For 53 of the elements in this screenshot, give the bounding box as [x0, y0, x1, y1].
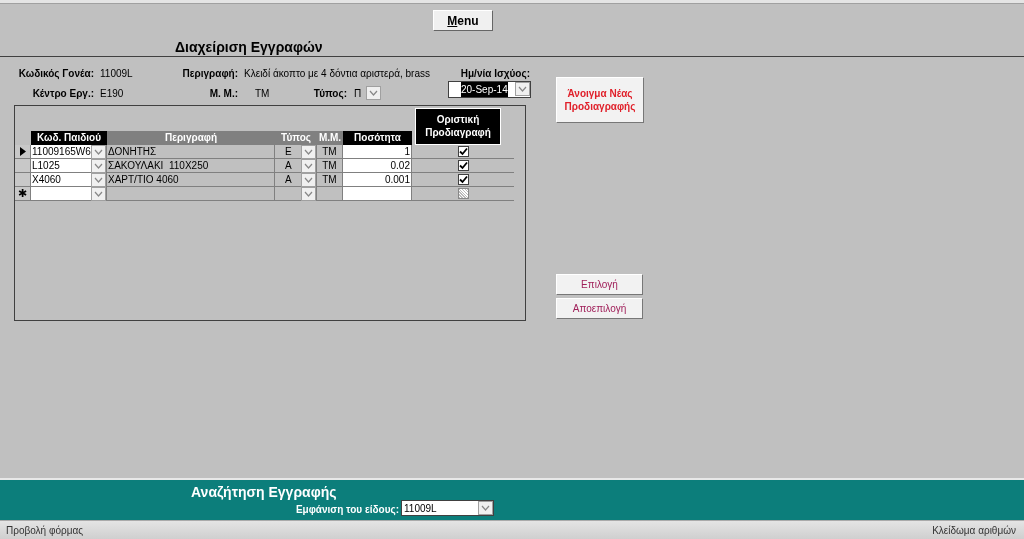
- field-label: Ημ/νία Ισχύος:: [459, 66, 530, 81]
- field-value: Κλειδί άκοπτο με 4 δόντια αριστερά, brass: [244, 66, 431, 81]
- field-value: E190: [100, 86, 125, 101]
- new-spec-button[interactable]: Άνοιγμα Νέας Προδιαγραφής: [556, 77, 644, 123]
- row-selector[interactable]: [15, 145, 31, 159]
- status-text: Προβολή φόρμας: [6, 523, 84, 538]
- field-label: Τύπος:: [312, 86, 347, 101]
- table-cell: X4060: [32, 173, 61, 186]
- column-header: Οριστική Προδιαγραφή: [415, 108, 501, 145]
- field-value: 11009L: [100, 66, 134, 81]
- table-cell: ΤΜ: [317, 145, 343, 159]
- new-record-marker: ✱: [18, 187, 27, 200]
- deselect-button[interactable]: Αποεπιλογή: [556, 298, 643, 319]
- table-cell: L1025: [32, 159, 60, 172]
- table-cell: ΤΜ: [317, 173, 343, 187]
- checkbox[interactable]: [457, 146, 469, 157]
- checkbox[interactable]: [457, 160, 469, 171]
- field-label: Κωδικός Γονέα:: [17, 66, 94, 81]
- table-cell: Α: [285, 173, 292, 186]
- search-label: Εμφάνιση του είδους:: [295, 503, 399, 517]
- select-button[interactable]: Επιλογή: [556, 274, 643, 295]
- menu-button[interactable]: Menu: [433, 10, 493, 31]
- field-value: Π: [354, 86, 363, 101]
- form-title: Διαχείριση Εγγραφών: [175, 38, 323, 57]
- column-header: Τύπος: [275, 131, 317, 145]
- table-cell: ΤΜ: [317, 159, 343, 173]
- row-selector[interactable]: ✱: [15, 187, 31, 201]
- table-cell: ΧΑΡΤ/ΤΙΟ 4060: [107, 173, 275, 187]
- table-cell: 0.02: [343, 159, 412, 173]
- table-cell: 11009165W6: [32, 145, 91, 158]
- table-cell: Α: [285, 159, 292, 172]
- current-record-icon: [19, 147, 26, 156]
- column-header: Περιγραφή: [107, 131, 275, 145]
- field-label: Μ. Μ.:: [208, 86, 238, 101]
- field-label: Περιγραφή:: [181, 66, 238, 81]
- column-header: Μ.Μ.: [317, 131, 343, 145]
- table-cell: 0.001: [343, 173, 412, 187]
- search-field[interactable]: 11009L: [401, 500, 494, 516]
- search-title: Αναζήτηση Εγγραφής: [191, 483, 337, 502]
- table-cell: Ε: [285, 145, 292, 158]
- table-cell: ΣΑΚΟΥΛΑΚΙ 110Χ250: [107, 159, 275, 173]
- chevron-icon: [481, 505, 490, 511]
- checkbox[interactable]: [457, 174, 469, 185]
- table-cell: ΔΟΝΗΤΗΣ: [107, 145, 275, 159]
- chevron-icon: [518, 86, 527, 92]
- column-header: Κωδ. Παιδιού: [31, 131, 107, 145]
- field-value: ΤΜ: [255, 86, 271, 101]
- table-cell: 1: [343, 145, 412, 159]
- chevron-icon: [369, 90, 378, 96]
- column-header: Ποσότητα: [343, 131, 412, 145]
- field-label: Κέντρο Εργ.:: [31, 86, 94, 101]
- date-field[interactable]: 20-Sep-14: [448, 80, 531, 98]
- status-text: Κλείδωμα αριθμών: [932, 523, 1016, 538]
